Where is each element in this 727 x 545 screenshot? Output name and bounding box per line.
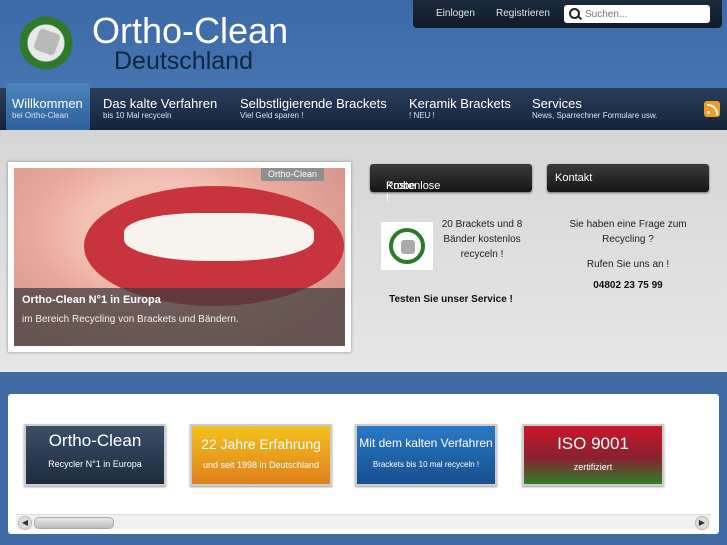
kontakt-question: Sie haben eine Frage zum Recycling ?	[569, 219, 687, 245]
probe-logo	[380, 221, 434, 271]
slider: Ortho-Clean Ortho-Clean N°1 in Europa im…	[8, 162, 351, 352]
main-nav: Willkommen bei Ortho-Clean Das kalte Ver…	[0, 83, 727, 131]
tile-title: Ortho-Clean	[48, 431, 142, 450]
tile-title: ISO 9001	[557, 434, 629, 453]
tile-subtitle: zertifiziert	[573, 462, 613, 472]
probe-heading: Kostenlose Probe !	[370, 164, 532, 204]
scroll-right-icon[interactable]: ▶	[695, 516, 709, 530]
logo-subtitle: Deutschland	[114, 47, 253, 75]
tile-erfahrung[interactable]: 22 Jahre Erfahrung und seit 1998 in Deut…	[190, 424, 332, 486]
caption-title: Ortho-Clean N°1 in Europa	[22, 294, 161, 306]
kontakt-call: Rufen Sie uns an !	[586, 259, 670, 270]
nav-item-kalte-verfahren[interactable]: Das kalte Verfahren bis 10 Mal recyceln	[103, 88, 217, 130]
nav-title: Selbstligierende Brackets	[240, 96, 387, 111]
kontakt-text: Sie haben eine Frage zum Recycling ? Ruf…	[548, 217, 708, 272]
probe-text: 20 Brackets und 8 Bänder kostenlos recyc…	[441, 219, 523, 260]
nav-subtitle: Viel Geld sparen !	[240, 111, 304, 120]
kontakt-phone[interactable]: 04802 23 75 99	[548, 280, 708, 291]
search-icon[interactable]	[569, 8, 580, 19]
carousel-scrollbar[interactable]: ◀ ▶	[16, 514, 711, 530]
slide-tag: Ortho-Clean	[260, 168, 324, 181]
logo-title[interactable]: Ortho-Clean	[92, 10, 288, 52]
nav-item-keramik[interactable]: Keramik Brackets ! NEU !	[409, 88, 511, 130]
probe-cta[interactable]: Testen Sie unser Service !	[372, 294, 530, 305]
scroll-left-icon[interactable]: ◀	[18, 516, 32, 530]
scroll-thumb[interactable]	[34, 517, 114, 529]
nav-title: Services	[532, 96, 582, 111]
feature-panel: Ortho-Clean Recycler N°1 in Europa 22 Ja…	[8, 394, 719, 534]
nav-item-selbstligierende[interactable]: Selbstligierende Brackets Viel Geld spar…	[240, 88, 387, 130]
nav-subtitle: ! NEU !	[409, 111, 435, 120]
nav-item-services[interactable]: Services News, Sparrechner Formulare usw…	[532, 88, 657, 130]
register-link[interactable]: Registrieren	[496, 8, 550, 19]
search-box[interactable]	[564, 5, 710, 23]
probe-heading-bold: Probe !	[386, 180, 416, 204]
rss-icon[interactable]	[704, 101, 720, 117]
tile-subtitle: Brackets bis 10 mal recyceln !	[372, 460, 480, 469]
header: Ortho-Clean Deutschland Einlogen Registr…	[0, 0, 727, 88]
logo-emblem[interactable]	[13, 13, 79, 73]
tile-subtitle: Recycler N°1 in Europa	[48, 459, 142, 469]
tile-title: 22 Jahre Erfahrung	[201, 436, 321, 452]
tile-iso[interactable]: ISO 9001 zertifiziert	[522, 424, 664, 486]
nav-subtitle: bei Ortho-Clean	[12, 111, 69, 120]
nav-item-willkommen[interactable]: Willkommen bei Ortho-Clean	[6, 83, 90, 131]
kontakt-heading-text: Kontakt	[555, 172, 593, 184]
nav-title: Keramik Brackets	[409, 96, 511, 111]
search-input[interactable]	[583, 6, 707, 22]
top-bar: Einlogen Registrieren	[413, 0, 722, 28]
tile-ortho-clean[interactable]: Ortho-Clean Recycler N°1 in Europa	[24, 424, 166, 486]
login-link[interactable]: Einlogen	[436, 8, 475, 19]
tile-subtitle: und seit 1998 in Deutschland	[202, 460, 320, 470]
kontakt-heading: Kontakt	[547, 164, 709, 192]
nav-subtitle: bis 10 Mal recyceln	[103, 111, 172, 120]
tile-kalte-verfahren[interactable]: Mit dem kalten Verfahren Brackets bis 10…	[355, 424, 497, 486]
slide-image[interactable]: Ortho-Clean Ortho-Clean N°1 in Europa im…	[14, 168, 345, 346]
nav-title: Willkommen	[12, 96, 83, 111]
nav-title: Das kalte Verfahren	[103, 96, 218, 111]
teeth-image	[124, 213, 314, 261]
nav-subtitle: News, Sparrechner Formulare usw.	[532, 111, 658, 120]
tile-title: Mit dem kalten Verfahren	[359, 436, 493, 450]
caption-text: im Bereich Recycling von Brackets und Bä…	[22, 314, 239, 325]
slide-caption: Ortho-Clean N°1 in Europa im Bereich Rec…	[14, 288, 345, 346]
